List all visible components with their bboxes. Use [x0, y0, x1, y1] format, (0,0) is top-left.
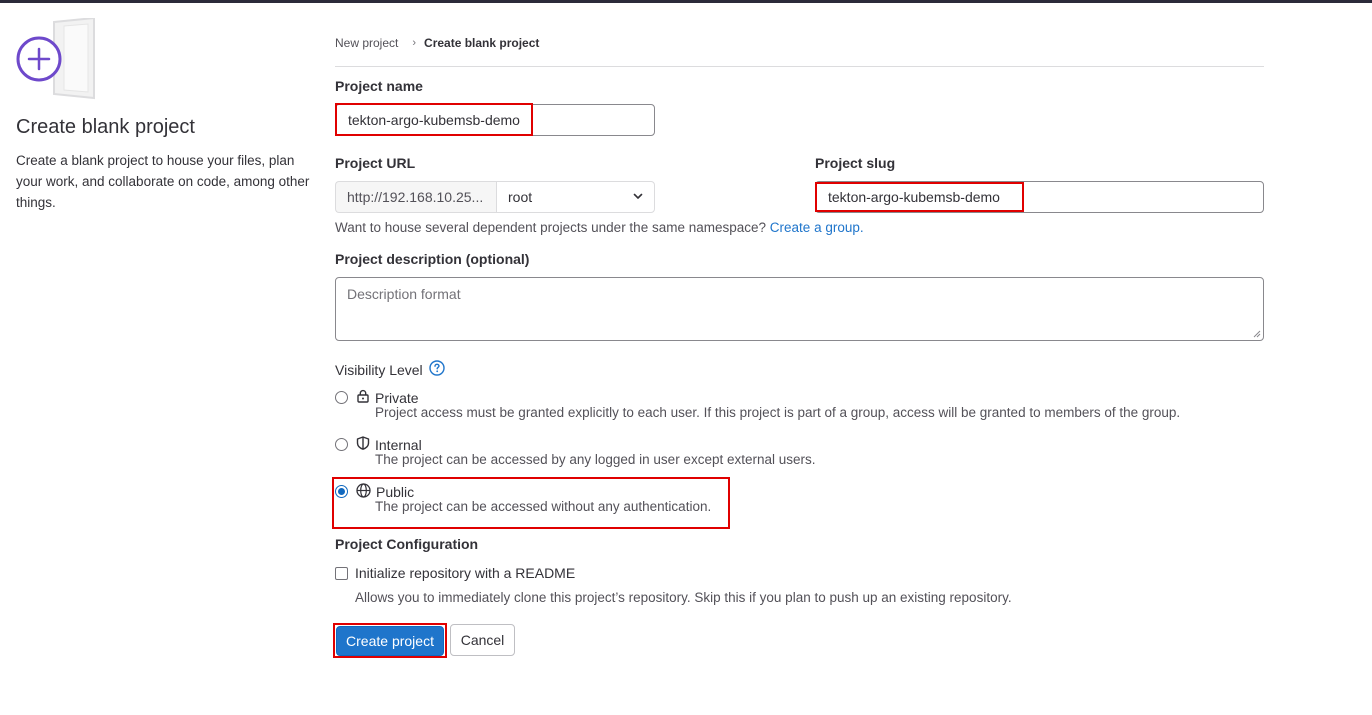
chevron-right-icon: › — [412, 37, 417, 49]
visibility-public-radio[interactable] — [335, 485, 348, 498]
lock-icon — [356, 389, 370, 406]
visibility-private-radio[interactable] — [335, 391, 348, 404]
left-panel-description: Create a blank project to house your fil… — [16, 153, 310, 210]
description-label: Project description (optional) — [335, 251, 530, 267]
resize-handle-icon[interactable] — [1253, 330, 1261, 338]
visibility-private-title: Private — [375, 389, 419, 406]
readme-checkbox[interactable] — [335, 567, 348, 580]
project-slug-input[interactable]: tekton-argo-kubemsb-demo — [815, 181, 1264, 213]
description-placeholder: Description format — [347, 286, 461, 302]
project-url-group: http://192.168.10.25... root — [335, 181, 655, 213]
visibility-internal-radio[interactable] — [335, 438, 348, 451]
visibility-public-description: The project can be accessed without any … — [375, 499, 712, 514]
header-divider — [335, 66, 1264, 67]
project-configuration-title: Project Configuration — [335, 536, 479, 552]
top-bar — [0, 0, 1372, 3]
visibility-internal-title: Internal — [375, 436, 422, 453]
namespace-select[interactable]: root — [496, 181, 655, 213]
cancel-button[interactable]: Cancel — [450, 624, 515, 656]
visibility-level-label: Visibility Level — [335, 360, 445, 379]
shield-icon — [356, 436, 370, 453]
visibility-public-title: Public — [376, 484, 415, 500]
project-url-prefix: http://192.168.10.25... — [335, 181, 496, 213]
visibility-level-text: Visibility Level — [335, 361, 423, 378]
project-name-label: Project name — [335, 78, 423, 94]
project-name-value: tekton-argo-kubemsb-demo — [348, 112, 520, 128]
project-name-input[interactable]: tekton-argo-kubemsb-demo — [335, 104, 655, 136]
chevron-down-icon — [632, 189, 644, 205]
group-help-text: Want to house several dependent projects… — [335, 220, 864, 235]
visibility-internal-description: The project can be accessed by any logge… — [375, 452, 816, 467]
breadcrumb: New project › Create blank project — [335, 36, 539, 50]
question-circle-icon[interactable] — [428, 360, 445, 379]
blank-project-illustration — [14, 16, 98, 100]
breadcrumb-new-project-link[interactable]: New project — [335, 36, 398, 50]
project-url-label: Project URL — [335, 155, 416, 171]
readme-help-text: Allows you to immediately clone this pro… — [355, 590, 1012, 605]
group-help-question: Want to house several dependent projects… — [335, 220, 767, 235]
visibility-private-description: Project access must be granted explicitl… — [375, 405, 1181, 420]
visibility-internal-option[interactable]: Internal — [356, 436, 422, 453]
create-project-button[interactable]: Create project — [336, 626, 444, 656]
globe-icon — [356, 483, 371, 501]
create-group-link[interactable]: Create a group. — [770, 220, 864, 235]
readme-checkbox-label[interactable]: Initialize repository with a README — [355, 565, 575, 581]
namespace-value: root — [508, 189, 533, 205]
project-slug-value: tekton-argo-kubemsb-demo — [828, 189, 1000, 205]
visibility-private-option[interactable]: Private — [356, 389, 419, 406]
project-slug-label: Project slug — [815, 155, 896, 171]
description-textarea[interactable]: Description format — [335, 277, 1264, 341]
left-panel-title: Create blank project — [16, 116, 195, 138]
breadcrumb-current: Create blank project — [424, 36, 540, 50]
